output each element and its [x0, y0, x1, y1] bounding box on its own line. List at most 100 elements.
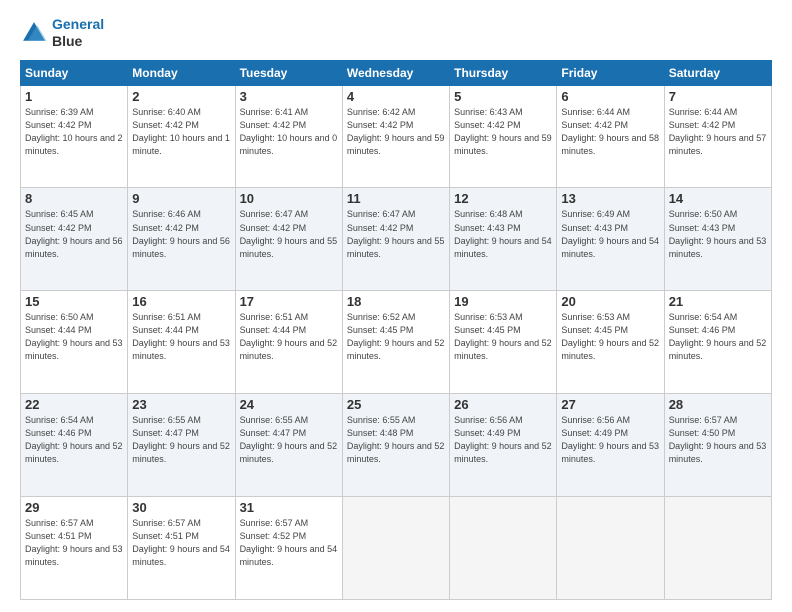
weekday-header-cell: Sunday: [21, 60, 128, 85]
day-info: Sunrise: 6:42 AM Sunset: 4:42 PM Dayligh…: [347, 106, 445, 158]
day-info: Sunrise: 6:43 AM Sunset: 4:42 PM Dayligh…: [454, 106, 552, 158]
calendar-day-cell: 20 Sunrise: 6:53 AM Sunset: 4:45 PM Dayl…: [557, 291, 664, 394]
logo-text: General Blue: [52, 16, 104, 50]
calendar-week-row: 15 Sunrise: 6:50 AM Sunset: 4:44 PM Dayl…: [21, 291, 772, 394]
day-info: Sunrise: 6:55 AM Sunset: 4:47 PM Dayligh…: [132, 414, 230, 466]
weekday-header-cell: Saturday: [664, 60, 771, 85]
day-number: 19: [454, 294, 552, 309]
day-number: 4: [347, 89, 445, 104]
calendar-day-cell: 13 Sunrise: 6:49 AM Sunset: 4:43 PM Dayl…: [557, 188, 664, 291]
calendar-week-row: 22 Sunrise: 6:54 AM Sunset: 4:46 PM Dayl…: [21, 394, 772, 497]
calendar-day-cell: 8 Sunrise: 6:45 AM Sunset: 4:42 PM Dayli…: [21, 188, 128, 291]
calendar-day-cell: 9 Sunrise: 6:46 AM Sunset: 4:42 PM Dayli…: [128, 188, 235, 291]
calendar-day-cell: 27 Sunrise: 6:56 AM Sunset: 4:49 PM Dayl…: [557, 394, 664, 497]
day-number: 21: [669, 294, 767, 309]
day-info: Sunrise: 6:57 AM Sunset: 4:51 PM Dayligh…: [132, 517, 230, 569]
calendar-day-cell: 11 Sunrise: 6:47 AM Sunset: 4:42 PM Dayl…: [342, 188, 449, 291]
day-info: Sunrise: 6:41 AM Sunset: 4:42 PM Dayligh…: [240, 106, 338, 158]
day-number: 17: [240, 294, 338, 309]
day-info: Sunrise: 6:39 AM Sunset: 4:42 PM Dayligh…: [25, 106, 123, 158]
day-number: 1: [25, 89, 123, 104]
day-number: 9: [132, 191, 230, 206]
day-info: Sunrise: 6:45 AM Sunset: 4:42 PM Dayligh…: [25, 208, 123, 260]
calendar-day-cell: 28 Sunrise: 6:57 AM Sunset: 4:50 PM Dayl…: [664, 394, 771, 497]
day-info: Sunrise: 6:51 AM Sunset: 4:44 PM Dayligh…: [240, 311, 338, 363]
day-number: 25: [347, 397, 445, 412]
day-number: 7: [669, 89, 767, 104]
calendar-day-cell: 7 Sunrise: 6:44 AM Sunset: 4:42 PM Dayli…: [664, 85, 771, 188]
day-info: Sunrise: 6:50 AM Sunset: 4:43 PM Dayligh…: [669, 208, 767, 260]
calendar-week-row: 29 Sunrise: 6:57 AM Sunset: 4:51 PM Dayl…: [21, 497, 772, 600]
logo-icon: [20, 19, 48, 47]
day-info: Sunrise: 6:55 AM Sunset: 4:47 PM Dayligh…: [240, 414, 338, 466]
day-number: 12: [454, 191, 552, 206]
day-number: 18: [347, 294, 445, 309]
calendar-day-cell: 15 Sunrise: 6:50 AM Sunset: 4:44 PM Dayl…: [21, 291, 128, 394]
calendar-day-cell: 19 Sunrise: 6:53 AM Sunset: 4:45 PM Dayl…: [450, 291, 557, 394]
calendar-day-cell: 16 Sunrise: 6:51 AM Sunset: 4:44 PM Dayl…: [128, 291, 235, 394]
weekday-header-cell: Monday: [128, 60, 235, 85]
calendar-body: 1 Sunrise: 6:39 AM Sunset: 4:42 PM Dayli…: [21, 85, 772, 599]
day-info: Sunrise: 6:46 AM Sunset: 4:42 PM Dayligh…: [132, 208, 230, 260]
day-info: Sunrise: 6:54 AM Sunset: 4:46 PM Dayligh…: [25, 414, 123, 466]
day-number: 13: [561, 191, 659, 206]
weekday-header-cell: Thursday: [450, 60, 557, 85]
day-number: 31: [240, 500, 338, 515]
calendar-week-row: 8 Sunrise: 6:45 AM Sunset: 4:42 PM Dayli…: [21, 188, 772, 291]
calendar-day-cell: 29 Sunrise: 6:57 AM Sunset: 4:51 PM Dayl…: [21, 497, 128, 600]
day-info: Sunrise: 6:49 AM Sunset: 4:43 PM Dayligh…: [561, 208, 659, 260]
day-number: 11: [347, 191, 445, 206]
day-info: Sunrise: 6:54 AM Sunset: 4:46 PM Dayligh…: [669, 311, 767, 363]
day-info: Sunrise: 6:57 AM Sunset: 4:50 PM Dayligh…: [669, 414, 767, 466]
calendar-day-cell: 2 Sunrise: 6:40 AM Sunset: 4:42 PM Dayli…: [128, 85, 235, 188]
calendar-day-cell: 31 Sunrise: 6:57 AM Sunset: 4:52 PM Dayl…: [235, 497, 342, 600]
calendar-day-cell: 18 Sunrise: 6:52 AM Sunset: 4:45 PM Dayl…: [342, 291, 449, 394]
day-info: Sunrise: 6:57 AM Sunset: 4:52 PM Dayligh…: [240, 517, 338, 569]
day-number: 23: [132, 397, 230, 412]
day-info: Sunrise: 6:53 AM Sunset: 4:45 PM Dayligh…: [561, 311, 659, 363]
day-number: 5: [454, 89, 552, 104]
weekday-header-row: SundayMondayTuesdayWednesdayThursdayFrid…: [21, 60, 772, 85]
day-info: Sunrise: 6:51 AM Sunset: 4:44 PM Dayligh…: [132, 311, 230, 363]
calendar-day-cell: 22 Sunrise: 6:54 AM Sunset: 4:46 PM Dayl…: [21, 394, 128, 497]
day-number: 6: [561, 89, 659, 104]
day-info: Sunrise: 6:48 AM Sunset: 4:43 PM Dayligh…: [454, 208, 552, 260]
weekday-header-cell: Tuesday: [235, 60, 342, 85]
day-number: 16: [132, 294, 230, 309]
calendar-day-cell: 6 Sunrise: 6:44 AM Sunset: 4:42 PM Dayli…: [557, 85, 664, 188]
calendar-day-cell: 4 Sunrise: 6:42 AM Sunset: 4:42 PM Dayli…: [342, 85, 449, 188]
day-info: Sunrise: 6:50 AM Sunset: 4:44 PM Dayligh…: [25, 311, 123, 363]
calendar-day-cell: [664, 497, 771, 600]
weekday-header-cell: Friday: [557, 60, 664, 85]
calendar-day-cell: 17 Sunrise: 6:51 AM Sunset: 4:44 PM Dayl…: [235, 291, 342, 394]
calendar-day-cell: 1 Sunrise: 6:39 AM Sunset: 4:42 PM Dayli…: [21, 85, 128, 188]
calendar-day-cell: 25 Sunrise: 6:55 AM Sunset: 4:48 PM Dayl…: [342, 394, 449, 497]
day-number: 2: [132, 89, 230, 104]
calendar-day-cell: 21 Sunrise: 6:54 AM Sunset: 4:46 PM Dayl…: [664, 291, 771, 394]
day-number: 3: [240, 89, 338, 104]
calendar-day-cell: 14 Sunrise: 6:50 AM Sunset: 4:43 PM Dayl…: [664, 188, 771, 291]
weekday-header-cell: Wednesday: [342, 60, 449, 85]
logo: General Blue: [20, 16, 104, 50]
day-info: Sunrise: 6:52 AM Sunset: 4:45 PM Dayligh…: [347, 311, 445, 363]
page: General Blue SundayMondayTuesdayWednesda…: [0, 0, 792, 612]
calendar-day-cell: [450, 497, 557, 600]
day-number: 29: [25, 500, 123, 515]
calendar-day-cell: 30 Sunrise: 6:57 AM Sunset: 4:51 PM Dayl…: [128, 497, 235, 600]
day-number: 14: [669, 191, 767, 206]
calendar-day-cell: 26 Sunrise: 6:56 AM Sunset: 4:49 PM Dayl…: [450, 394, 557, 497]
day-info: Sunrise: 6:40 AM Sunset: 4:42 PM Dayligh…: [132, 106, 230, 158]
calendar-week-row: 1 Sunrise: 6:39 AM Sunset: 4:42 PM Dayli…: [21, 85, 772, 188]
day-info: Sunrise: 6:47 AM Sunset: 4:42 PM Dayligh…: [240, 208, 338, 260]
calendar-day-cell: 12 Sunrise: 6:48 AM Sunset: 4:43 PM Dayl…: [450, 188, 557, 291]
day-number: 15: [25, 294, 123, 309]
day-info: Sunrise: 6:47 AM Sunset: 4:42 PM Dayligh…: [347, 208, 445, 260]
day-info: Sunrise: 6:57 AM Sunset: 4:51 PM Dayligh…: [25, 517, 123, 569]
day-number: 20: [561, 294, 659, 309]
day-info: Sunrise: 6:56 AM Sunset: 4:49 PM Dayligh…: [561, 414, 659, 466]
day-number: 26: [454, 397, 552, 412]
day-info: Sunrise: 6:56 AM Sunset: 4:49 PM Dayligh…: [454, 414, 552, 466]
day-info: Sunrise: 6:53 AM Sunset: 4:45 PM Dayligh…: [454, 311, 552, 363]
day-number: 24: [240, 397, 338, 412]
calendar-day-cell: 3 Sunrise: 6:41 AM Sunset: 4:42 PM Dayli…: [235, 85, 342, 188]
